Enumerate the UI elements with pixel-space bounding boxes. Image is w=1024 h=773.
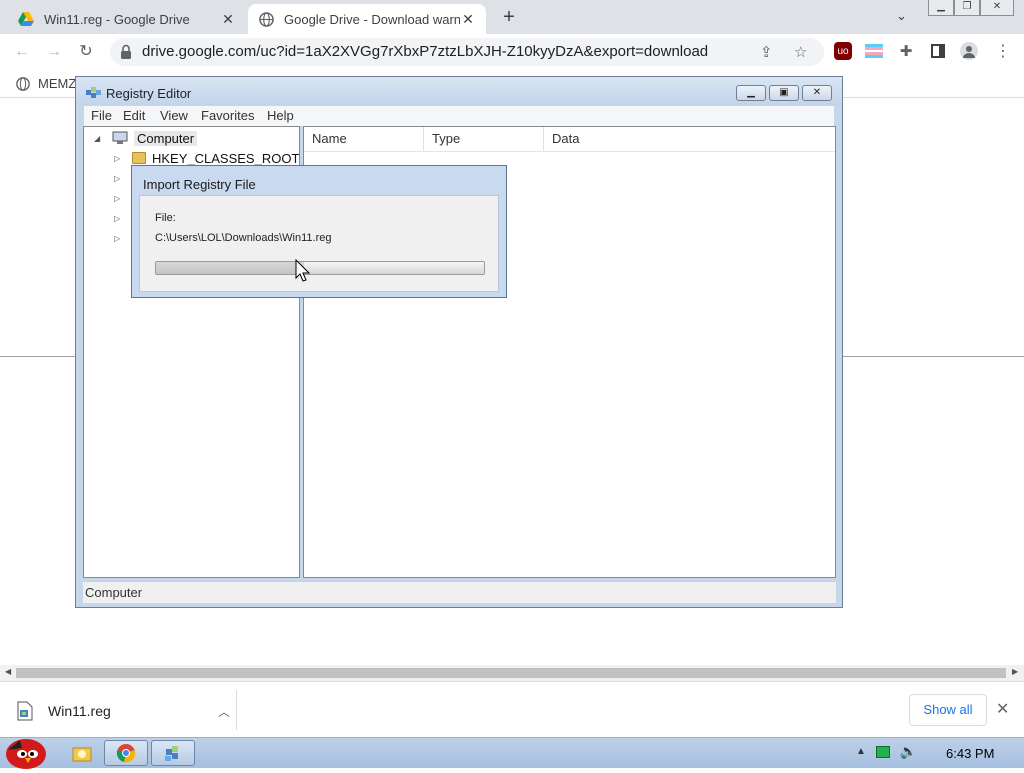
menu-help[interactable]: Help <box>267 108 294 123</box>
tree-item-label: Computer <box>134 130 198 146</box>
tab-title: Win11.reg - Google Drive <box>44 11 190 27</box>
reg-file-icon <box>17 701 33 721</box>
extensions-puzzle-icon[interactable]: ✚ <box>897 42 915 60</box>
dialog-body: File: C:\Users\LOL\Downloads\Win11.reg <box>139 195 499 292</box>
download-file-name: Win11.reg <box>48 703 111 719</box>
divider <box>236 690 237 730</box>
globe-icon <box>16 76 30 91</box>
tab-download-warning[interactable]: Google Drive - Download warning ✕ <box>248 4 486 34</box>
lock-icon[interactable] <box>120 44 132 60</box>
restore-icon[interactable]: ❐ <box>954 0 980 16</box>
tree-item-computer[interactable]: ◢ Computer <box>94 129 198 147</box>
menu-file[interactable]: File <box>91 108 112 123</box>
download-bar: Win11.reg ︿ Show all ✕ <box>0 681 1024 737</box>
collapse-arrow-icon[interactable]: ◢ <box>94 134 104 143</box>
column-header-data[interactable]: Data <box>544 127 664 151</box>
menu-favorites[interactable]: Favorites <box>201 108 254 123</box>
divider <box>304 151 835 152</box>
expand-arrow-icon[interactable]: ▷ <box>114 154 124 163</box>
column-header-name[interactable]: Name <box>304 127 424 151</box>
tree-item-label: HKEY_CLASSES_ROOT <box>152 150 300 166</box>
import-progress-bar <box>155 261 485 275</box>
column-header-type[interactable]: Type <box>424 127 544 151</box>
chrome-icon[interactable] <box>104 740 148 766</box>
address-bar[interactable]: drive.google.com/uc?id=1aX2XVGg7rXbxP7zt… <box>110 38 824 66</box>
taskbar: ▲ 🔈 6:43 PM <box>0 737 1024 769</box>
file-label: File: <box>155 212 176 224</box>
profile-avatar-icon[interactable] <box>960 42 978 60</box>
show-hidden-icons-icon[interactable]: ▲ <box>856 746 866 757</box>
expand-arrow-icon[interactable]: ▷ <box>114 214 124 223</box>
registry-editor-window: Registry Editor ▁ ▣ ✕ File Edit View Fav… <box>75 76 843 608</box>
bookmark-memz[interactable]: MEMZ <box>16 76 76 91</box>
expand-arrow-icon[interactable]: ▷ <box>114 234 124 243</box>
close-download-bar-icon[interactable]: ✕ <box>996 699 1009 719</box>
browser-toolbar: ← → ↻ drive.google.com/uc?id=1aX2XVGg7rX… <box>0 34 1024 70</box>
expand-arrow-icon[interactable]: ▷ <box>114 174 124 183</box>
taskbar-clock[interactable]: 6:43 PM <box>946 746 994 761</box>
computer-icon <box>112 131 128 144</box>
regedit-icon <box>86 87 101 98</box>
close-tab-icon[interactable]: ✕ <box>460 11 476 28</box>
tab-title: Google Drive - Download warning <box>284 11 460 27</box>
share-icon[interactable]: ⇪ <box>760 43 773 61</box>
maximize-icon[interactable]: ▣ <box>769 85 799 101</box>
mouse-cursor-icon <box>295 259 311 282</box>
window-title: Registry Editor <box>106 86 192 101</box>
menu-bar: File Edit View Favorites Help <box>84 106 834 126</box>
folder-icon <box>132 152 146 164</box>
window-titlebar[interactable]: Registry Editor ▁ ▣ ✕ <box>76 77 842 105</box>
regedit-icon[interactable] <box>151 740 195 766</box>
close-tab-icon[interactable]: ✕ <box>220 11 236 28</box>
menu-edit[interactable]: Edit <box>123 108 145 123</box>
file-explorer-icon[interactable] <box>60 740 104 766</box>
scrollbar-thumb[interactable] <box>16 668 1006 678</box>
dialog-title: Import Registry File <box>143 177 256 192</box>
tab-win11-reg-drive[interactable]: Win11.reg - Google Drive ✕ <box>8 4 246 34</box>
new-tab-button[interactable]: + <box>498 7 520 27</box>
globe-icon <box>258 11 274 27</box>
google-drive-icon <box>18 11 34 27</box>
back-arrow-icon[interactable]: ← <box>12 42 32 62</box>
progress-fill <box>156 262 304 274</box>
file-path: C:\Users\LOL\Downloads\Win11.reg <box>155 232 332 244</box>
forward-arrow-icon[interactable]: → <box>44 42 64 62</box>
horizontal-scrollbar[interactable]: ◀ ▶ <box>0 665 1024 681</box>
more-menu-icon[interactable]: ⋮ <box>994 42 1012 60</box>
scroll-right-arrow-icon[interactable]: ▶ <box>1012 667 1018 676</box>
menu-view[interactable]: View <box>160 108 188 123</box>
tab-strip: Win11.reg - Google Drive ✕ Google Drive … <box>0 0 1024 34</box>
status-bar: Computer <box>83 581 836 603</box>
volume-icon[interactable]: 🔈 <box>900 743 917 760</box>
download-item[interactable]: Win11.reg ︿ <box>16 696 236 726</box>
scroll-left-arrow-icon[interactable]: ◀ <box>5 667 11 676</box>
url-text[interactable]: drive.google.com/uc?id=1aX2XVGg7rXbxP7zt… <box>142 43 708 60</box>
start-button-icon[interactable] <box>2 732 50 770</box>
close-icon[interactable]: ✕ <box>802 85 832 101</box>
side-panel-icon[interactable] <box>929 42 947 60</box>
system-tray: ▲ 🔈 <box>856 743 917 760</box>
show-all-button[interactable]: Show all <box>909 694 987 726</box>
extension-flag-icon[interactable] <box>865 42 883 60</box>
close-icon[interactable]: ✕ <box>980 0 1014 16</box>
ublock-origin-icon[interactable]: uo <box>834 42 852 60</box>
chevron-up-icon[interactable]: ︿ <box>218 703 230 720</box>
bookmark-star-icon[interactable]: ☆ <box>794 43 807 61</box>
network-icon[interactable] <box>875 745 890 758</box>
reload-icon[interactable]: ↻ <box>76 42 96 62</box>
expand-arrow-icon[interactable]: ▷ <box>114 194 124 203</box>
bookmark-label: MEMZ <box>38 76 77 91</box>
minimize-icon[interactable]: ▁ <box>736 85 766 101</box>
minimize-icon[interactable]: ▁ <box>928 0 954 16</box>
tab-search-chevron-icon[interactable]: ⌄ <box>896 8 907 24</box>
import-registry-dialog: Import Registry File File: C:\Users\LOL\… <box>131 165 507 298</box>
